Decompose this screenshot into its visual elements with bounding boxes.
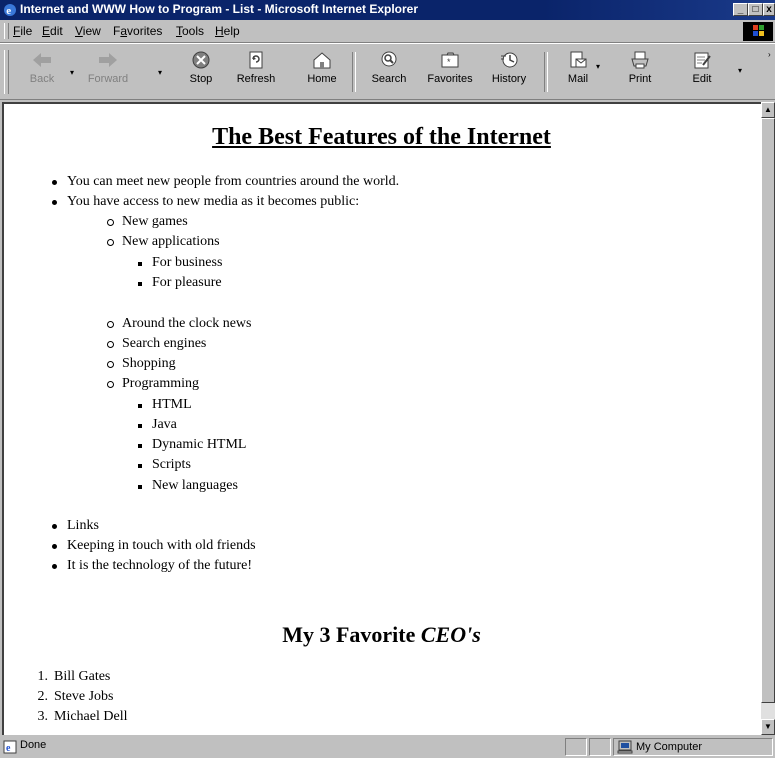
sub-sub-list-item: Dynamic HTML (137, 437, 247, 452)
ordered-list-item: 2. Steve Jobs (38, 689, 114, 705)
menu-bar: File Edit View Favorites Tools Help (0, 20, 775, 43)
home-button[interactable]: Home (296, 48, 348, 96)
list-item: It is the technology of the future! (51, 558, 253, 573)
ceo-name: Michael Dell (54, 709, 128, 724)
windows-flag-icon (753, 25, 764, 36)
sub-list-item: New applications (107, 234, 220, 249)
search-button[interactable]: Search (363, 48, 415, 96)
toolbar-grip (4, 50, 9, 94)
edit-button[interactable]: Edit (676, 48, 728, 96)
status-pane (565, 738, 587, 756)
stop-icon (192, 51, 210, 69)
svg-text:e: e (6, 5, 11, 17)
menu-view[interactable]: View (75, 24, 101, 38)
back-arrow-icon (33, 53, 51, 67)
window-title: Internet and WWW How to Program - List -… (20, 2, 419, 16)
sub-list-item: Around the clock news (106, 316, 252, 331)
print-button[interactable]: Print (614, 48, 666, 96)
list-item: You have access to new media as it becom… (51, 194, 360, 209)
security-zone-pane: My Computer (613, 738, 773, 756)
toolbar-chevron-icon[interactable]: › (768, 50, 771, 59)
my-computer-icon (617, 740, 633, 754)
ordered-list-item: 3. Michael Dell (38, 709, 128, 725)
menu-grip (4, 23, 9, 39)
menu-file[interactable]: File (13, 24, 32, 38)
forward-dropdown-icon[interactable]: ▾ (158, 68, 162, 77)
sub-list-item: Programming (107, 376, 199, 391)
toolbar-separator (352, 52, 356, 92)
zone-text: My Computer (636, 741, 703, 753)
sub-list-item: New games (107, 214, 188, 229)
forward-arrow-icon (99, 53, 117, 67)
mail-icon (570, 51, 587, 68)
close-button[interactable]: x (763, 3, 775, 16)
sub-sub-list-item: For pleasure (138, 275, 222, 290)
list-item: Links (52, 518, 99, 533)
status-bar: e Done My Computer (0, 736, 775, 758)
refresh-icon (249, 51, 263, 69)
refresh-button[interactable]: Refresh (230, 48, 282, 96)
list-item: Keeping in touch with old friends (52, 538, 256, 553)
list-item: You can meet new people from countries a… (51, 174, 400, 189)
history-clock-icon (501, 52, 518, 68)
mail-button[interactable]: Mail (552, 48, 604, 96)
menu-edit[interactable]: Edit (42, 24, 63, 38)
mail-dropdown-icon[interactable]: ▾ (596, 62, 600, 71)
sub-sub-list-item: Scripts (138, 457, 191, 472)
scrollbar-thumb[interactable] (761, 118, 775, 703)
list-number: 3. (37, 709, 49, 724)
ceo-name: Steve Jobs (54, 689, 114, 704)
scroll-down-arrow-icon[interactable]: ▼ (761, 719, 775, 735)
list-number: 1. (37, 669, 49, 684)
maximize-button[interactable]: □ (748, 3, 763, 16)
title-bar: e Internet and WWW How to Program - List… (0, 0, 775, 20)
ceo-heading: My 3 Favorite CEO's (282, 622, 481, 647)
sub-sub-list-item: For business (137, 255, 223, 270)
ordered-list-item: 1. Bill Gates (38, 669, 111, 685)
home-icon (313, 52, 331, 69)
menu-help[interactable]: Help (215, 24, 240, 38)
page-status-icon: e (3, 740, 17, 754)
toolbar-separator (544, 52, 548, 92)
sub-sub-list-item: Java (138, 417, 177, 432)
stop-button[interactable]: Stop (175, 48, 227, 96)
sub-sub-list-item: New languages (138, 478, 238, 493)
search-icon (381, 51, 397, 67)
page-content: The Best Features of the Internet You ca… (2, 102, 761, 735)
favorites-button[interactable]: * Favorites (424, 48, 476, 96)
ceo-name: Bill Gates (54, 669, 111, 684)
page-heading: The Best Features of the Internet (212, 124, 551, 150)
favorites-folder-icon: * (441, 52, 459, 68)
list-number: 2. (37, 689, 49, 704)
status-pane (589, 738, 611, 756)
back-dropdown-icon[interactable]: ▾ (70, 68, 74, 77)
windows-logo-throbber (743, 22, 773, 41)
forward-button[interactable]: Forward (82, 48, 134, 96)
svg-text:*: * (447, 57, 451, 67)
menu-tools[interactable]: Tools (176, 24, 204, 38)
printer-icon (631, 51, 649, 69)
minimize-button[interactable]: _ (733, 3, 748, 16)
back-button[interactable]: Back (16, 48, 68, 96)
ie-logo-icon: e (4, 4, 16, 17)
sub-list-item: Shopping (107, 356, 176, 371)
menu-favorites[interactable]: Favorites (113, 24, 162, 38)
standard-toolbar: Back ▾ Forward ▾ Stop Refresh Home Searc… (0, 43, 775, 100)
sub-list-item: Search engines (106, 336, 207, 351)
vertical-scrollbar[interactable]: ▲ ▼ (761, 102, 775, 735)
svg-text:e: e (6, 743, 11, 754)
sub-sub-list-item: HTML (138, 397, 192, 412)
scroll-up-arrow-icon[interactable]: ▲ (761, 102, 775, 118)
history-button[interactable]: History (483, 48, 535, 96)
toolbar-more-dropdown-icon[interactable]: ▾ (738, 66, 742, 75)
status-text: Done (20, 739, 47, 751)
edit-page-icon (694, 52, 711, 69)
